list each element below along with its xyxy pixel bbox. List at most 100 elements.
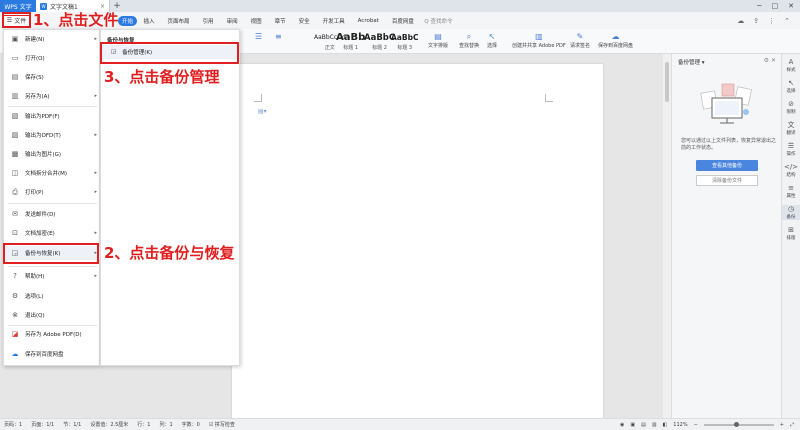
chevron-right-icon: ▸ — [94, 230, 97, 236]
tab-acrobat[interactable]: Acrobat — [351, 18, 385, 24]
document-page[interactable]: ▤▾ — [232, 64, 603, 420]
create-share-pdf-label: 创建并共享 Adobe PDF — [512, 43, 566, 49]
sidebar-item-select[interactable]: ↖ 选择 — [782, 79, 800, 94]
command-search[interactable]: Q 查找命令 — [424, 17, 452, 25]
menu-item-save-adobe-pdf[interactable]: ◪ 另存为 Adobe PDF(D) — [4, 327, 101, 341]
help-icon: ? — [13, 272, 17, 280]
menu-item-export-pdf[interactable]: ▧ 输出为PDF(F) — [4, 109, 101, 123]
sidebar-item-backup[interactable]: ◷ 备份 — [781, 205, 800, 220]
select-button[interactable]: ↖ 选择 — [487, 31, 497, 49]
status-setting: 设置值：2.5厘米 — [90, 422, 129, 428]
menu-item-label: 文档加密(E) — [25, 231, 55, 237]
share-icon[interactable]: ⇪ — [753, 17, 759, 25]
zoom-slider[interactable] — [703, 421, 774, 427]
baidu-save-icon: ☁ — [611, 32, 620, 41]
tab-chapter[interactable]: 章节 — [268, 17, 292, 25]
sidebar-item-translate[interactable]: 文翻译 — [782, 121, 800, 136]
panel-title[interactable]: 备份管理 ▾ — [678, 58, 705, 66]
style-heading-1[interactable]: AaBb 标题 1 — [336, 32, 365, 51]
save-to-baidu-button[interactable]: ☁ 保存到百度网盘 — [598, 31, 633, 49]
zoom-out-icon[interactable]: − — [694, 422, 698, 428]
sidebar-item-style[interactable]: A 样式 — [782, 58, 800, 73]
settings-icon[interactable]: ⚙ — [764, 57, 769, 64]
tab-references[interactable]: 引用 — [196, 17, 220, 25]
panel-description: 您可以通过以上文件列表，恢复异常退出之前的工作状态。 — [681, 138, 777, 151]
find-replace-button[interactable]: ⌕ 查找替换 — [459, 31, 479, 49]
menubar-right-icons: ☁ ⇪ ⋮ ⌃ — [737, 17, 800, 25]
sidebar-item-operate[interactable]: ☰ 操作 — [782, 142, 800, 157]
paragraph-handle-icon[interactable]: ▤▾ — [258, 108, 267, 115]
menu-item-split-merge[interactable]: ◫ 文档拆分合并(M) ▸ — [4, 166, 101, 180]
menu-item-save[interactable]: ▤ 保存(S) — [4, 70, 101, 84]
menu-item-send-mail[interactable]: ✉ 发送邮件(D) — [4, 207, 101, 221]
text-layout-button[interactable]: ▤ 文字排版 — [428, 31, 448, 49]
menu-bar: ☰ 文件 开始 插入 页面布局 引用 审阅 视图 章节 安全 开发工具 Acro… — [0, 12, 800, 29]
menu-item-open[interactable]: ▭ 打开(O) — [4, 51, 101, 65]
style-heading-1-label: 标题 1 — [343, 45, 359, 51]
menu-item-encrypt[interactable]: ⊡ 文档加密(E) ▸ — [4, 226, 101, 240]
web-view-icon[interactable]: ▤ — [641, 422, 646, 428]
read-view-icon[interactable]: ◧ — [663, 422, 668, 428]
menu-item-label: 选项(L) — [25, 294, 44, 300]
menu-item-export-image[interactable]: ▩ 输出为图片(G) — [4, 147, 101, 161]
fit-page-icon[interactable]: ⤢ — [790, 422, 794, 428]
annotation-step-2: 2、点击备份与恢复 — [104, 244, 235, 262]
zoom-in-icon[interactable]: + — [780, 422, 784, 428]
status-right-controls: ◉ ▣ ▤ ▥ ◧ 112% − + ⤢ — [620, 421, 800, 428]
more-icon[interactable]: ⋮ — [768, 17, 775, 25]
sidebar-item-layout[interactable]: ⊞ 排版 — [782, 226, 800, 241]
menu-divider — [8, 203, 97, 204]
panel-close-icon[interactable]: ✕ — [771, 57, 776, 64]
sidebar-item-restrict[interactable]: ⊘ 限制 — [782, 100, 800, 115]
adobe-pdf-icon: ◪ — [11, 330, 19, 338]
align-tools[interactable]: ≡ — [275, 31, 282, 42]
menu-item-exit[interactable]: ⊗ 退出(Q) — [4, 308, 101, 322]
scrollbar-thumb[interactable] — [665, 62, 669, 102]
menu-item-label: 退出(Q) — [25, 313, 45, 319]
clock-icon: ◷ — [787, 205, 795, 213]
zoom-level[interactable]: 112% — [673, 422, 687, 428]
tab-view[interactable]: 视图 — [244, 17, 268, 25]
tab-security[interactable]: 安全 — [292, 17, 316, 25]
close-window-icon[interactable]: ✕ — [788, 2, 794, 10]
request-signature-label: 请求签名 — [570, 43, 591, 49]
menu-item-save-baidu[interactable]: ☁ 保存到百度网盘 — [4, 347, 101, 361]
style-heading-3[interactable]: AaBbC 标题 3 — [391, 32, 418, 51]
view-other-backups-button[interactable]: 查看其他备份 — [696, 160, 758, 171]
menu-item-save-as[interactable]: ▥ 另存为(A) ▸ — [4, 89, 101, 103]
collapse-ribbon-icon[interactable]: ⌃ — [784, 17, 790, 25]
tab-baidu-netdisk[interactable]: 百度网盘 — [385, 17, 420, 25]
sidebar-item-properties[interactable]: ≡ 属性 — [782, 184, 800, 199]
request-signature-button[interactable]: ✎ 请求签名 — [570, 31, 590, 49]
menu-item-new[interactable]: ▣ 新建(N) ▸ — [4, 32, 101, 46]
create-share-pdf-button[interactable]: ▥ 创建并共享 Adobe PDF — [512, 31, 566, 49]
menu-item-export-ofd[interactable]: ▨ 输出为OFD(T) ▸ — [4, 128, 101, 142]
pdf-icon: ▧ — [11, 112, 19, 120]
sidebar-item-structure[interactable]: </> 结构 — [782, 163, 800, 178]
tab-insert[interactable]: 插入 — [137, 17, 161, 25]
tab-review[interactable]: 审阅 — [220, 17, 244, 25]
cloud-sync-icon[interactable]: ☁ — [737, 17, 744, 25]
outline-view-icon[interactable]: ▥ — [652, 422, 657, 428]
vertical-scrollbar[interactable] — [663, 54, 671, 418]
chevron-right-icon: ▸ — [94, 189, 97, 195]
minimize-icon[interactable]: ─ — [757, 2, 761, 10]
status-word-count[interactable]: 字数：0 — [182, 421, 200, 428]
menu-item-print[interactable]: ⎙ 打印(P) ▸ — [4, 185, 101, 199]
tab-page-layout[interactable]: 页面布局 — [161, 17, 196, 25]
eye-icon[interactable]: ◉ — [620, 422, 624, 428]
paragraph-tools[interactable]: ☰ — [255, 31, 262, 42]
wps-app-tab[interactable]: WPS 文字 — [0, 0, 36, 12]
tab-developer[interactable]: 开发工具 — [316, 17, 351, 25]
page-view-icon[interactable]: ▣ — [630, 422, 635, 428]
tab-home[interactable]: 开始 — [118, 15, 138, 26]
sidebar-item-label: 操作 — [786, 152, 796, 157]
spell-check-toggle[interactable]: ☑ 拼写检查 — [209, 421, 235, 428]
clear-backups-button[interactable]: 清除备份文件 — [696, 175, 758, 186]
menu-item-help[interactable]: ? 帮助(H) ▸ — [4, 269, 101, 283]
maximize-icon[interactable]: □ — [772, 2, 779, 10]
zoom-slider-knob[interactable] — [733, 421, 739, 427]
new-doc-icon: ▣ — [11, 35, 19, 43]
menu-item-options[interactable]: ⚙ 选项(L) — [4, 289, 101, 303]
text-layout-icon: ▤ — [434, 32, 442, 41]
